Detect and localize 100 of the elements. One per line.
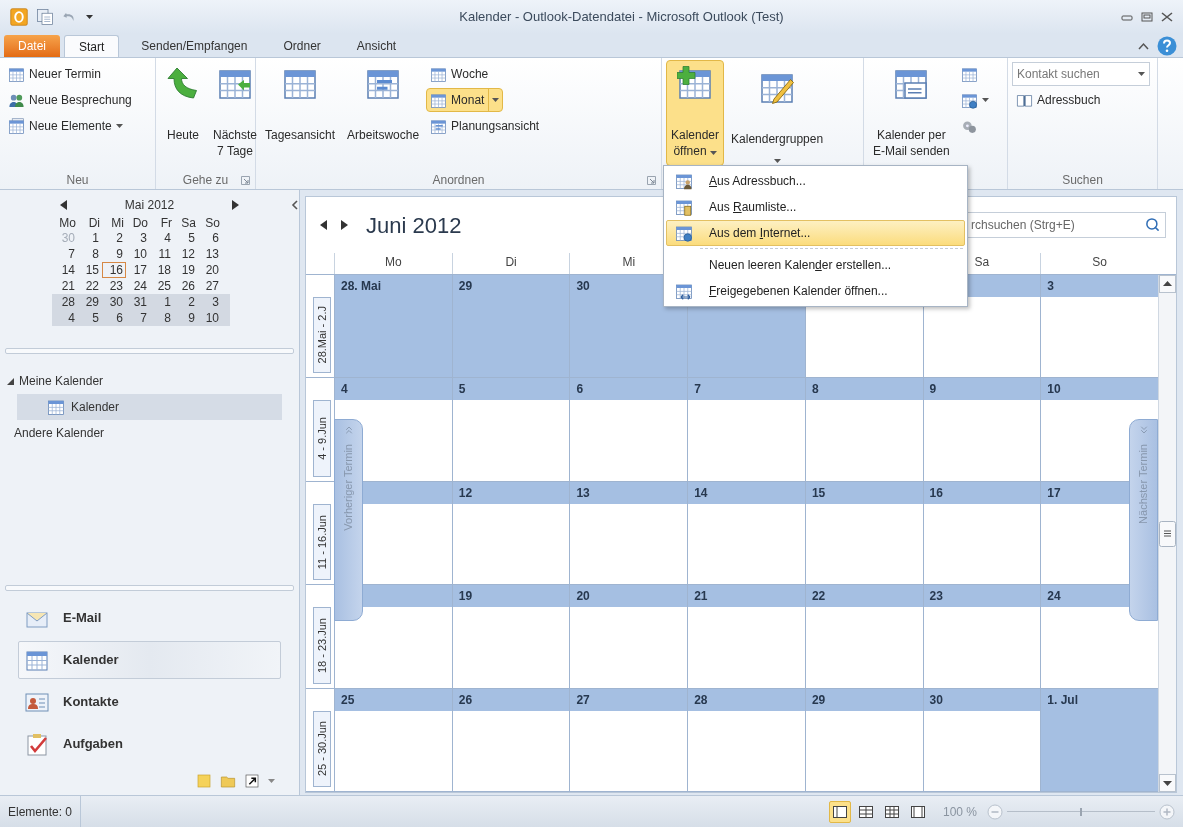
weekday-label: So [1092,255,1107,269]
date-cell[interactable]: 3 [198,294,222,310]
ribbon-button[interactable]: Woche [426,62,493,86]
day-number: 1. Jul [1047,691,1078,709]
day-number: 5 [458,381,466,399]
nav-item[interactable]: Kontakte [18,683,281,721]
date-cell[interactable]: 24 [126,278,150,294]
date-cell[interactable]: 25 [150,278,174,294]
date-cell[interactable]: 2 [102,230,126,246]
week-label-tab[interactable]: 18 - 23.Jun [313,607,331,684]
date-cell[interactable]: 1 [78,230,102,246]
day-number: 9 [929,381,937,399]
ribbon-button[interactable]: Kalender öffnen [666,60,725,166]
date-cell[interactable]: 28 [54,294,78,310]
folder-group-label[interactable]: Meine Kalender [19,372,104,390]
date-cell[interactable]: 19 [174,262,198,278]
ribbon-tab[interactable]: Start [64,35,120,57]
date-cell[interactable]: 8 [78,246,102,262]
date-cell[interactable]: 9 [174,310,198,326]
day-number: 13 [576,484,590,502]
ribbon-button[interactable]: Neuer Termin [4,62,105,86]
weekday-label: Mo [385,255,402,269]
date-cell[interactable]: 10 [198,310,222,326]
ribbon-button[interactable]: Adressbuch [1012,88,1105,112]
weekday-label: Sa [974,255,990,269]
date-cell[interactable]: 22 [78,278,102,294]
group-label: Suchen [1061,172,1104,189]
search-field[interactable]: Kontakt suchen [1012,62,1150,86]
weekday-label: Sa [180,215,197,230]
group-label: Gehe zu [181,172,230,189]
date-cell[interactable]: 5 [174,230,198,246]
date-cell[interactable]: 10 [126,246,150,262]
day-number: 29 [811,691,826,709]
menu-item[interactable]: Aus dem Internet... [666,220,965,246]
ribbon-tab[interactable]: Ansicht [342,35,411,57]
date-cell[interactable]: 20 [198,262,222,278]
date-cell[interactable]: 26 [174,278,198,294]
ribbon-button[interactable]: Neue Elemente [4,114,127,138]
ribbon-tab[interactable]: Ordner [269,35,335,57]
date-cell[interactable]: 17 [126,262,150,278]
date-cell[interactable]: 11 [150,246,174,262]
ribbon-button[interactable]: Monat [426,88,504,112]
search-field[interactable]: rchsuchen (Strg+E) [966,212,1166,238]
menu-item[interactable]: Aus Adressbuch... [666,168,965,194]
ribbon-button[interactable]: Arbeitswoche [342,60,425,166]
day-number: 14 [694,484,708,502]
month-title: Juni 2012 [366,211,462,240]
date-cell[interactable]: 21 [54,278,78,294]
status-text: Elemente: 0 [0,796,82,827]
date-cell[interactable]: 3 [126,230,150,246]
date-cell[interactable]: 31 [126,294,150,310]
date-cell[interactable]: 5 [78,310,102,326]
day-number: 15 [811,484,826,502]
week-label-tab[interactable]: 4 - 9.Jun [313,400,331,477]
date-cell[interactable]: 30 [102,294,126,310]
menu-item[interactable]: Freigegebenen Kalender öffnen... [666,278,965,304]
ribbon-button[interactable]: Kalender per E-Mail senden [868,60,955,166]
date-cell[interactable]: 14 [54,262,78,278]
menu-item[interactable]: Neuen leeren Kalender erstellen... [666,252,965,278]
week-label-tab[interactable]: 28.Mai - 2.J [313,297,331,374]
ribbon-tab[interactable]: Senden/Empfangen [127,35,262,57]
date-cell[interactable]: 6 [102,310,126,326]
date-cell[interactable]: 4 [54,310,78,326]
menu-item[interactable]: Aus Raumliste... [666,194,965,220]
nav-item[interactable]: Aufgaben [18,725,281,763]
date-cell[interactable]: 8 [150,310,174,326]
date-cell[interactable]: 2 [174,294,198,310]
date-cell[interactable]: 23 [102,278,126,294]
ribbon-button[interactable]: Neue Besprechung [4,88,136,112]
date-cell[interactable]: 16 [102,262,126,278]
day-number: 23 [929,588,943,606]
calendar-folder-item[interactable]: Kalender [17,394,282,420]
nav-item[interactable]: Kalender [18,641,281,679]
date-cell[interactable]: 18 [150,262,174,278]
date-cell[interactable]: 27 [198,278,222,294]
day-number: 3 [1047,278,1054,295]
ribbon-button[interactable]: Planungsansicht [426,114,544,138]
date-cell[interactable]: 4 [150,230,174,246]
date-cell[interactable]: 15 [78,262,102,278]
date-cell[interactable]: 29 [78,294,102,310]
nav-item[interactable]: E-Mail [18,599,281,637]
date-cell[interactable]: 6 [198,230,222,246]
day-number: 4 [341,381,348,399]
ribbon-button[interactable]: Heute [160,60,206,166]
date-cell[interactable]: 7 [54,246,78,262]
date-cell[interactable]: 9 [102,246,126,262]
date-cell[interactable]: 12 [174,246,198,262]
day-number: 20 [576,588,590,606]
date-cell[interactable]: 1 [150,294,174,310]
weekday-label: Mi [622,255,636,269]
day-number: 22 [811,588,826,606]
day-number: 25 [341,691,355,709]
date-cell[interactable]: 7 [126,310,150,326]
date-cell[interactable]: 13 [198,246,222,262]
week-label-tab[interactable]: 11 - 16.Jun [313,503,331,581]
folder-group-label[interactable]: Andere Kalender [14,424,105,442]
weekday-label: Di [505,255,517,269]
ribbon-button[interactable]: Nächste 7 Tage [208,60,263,166]
ribbon-button[interactable]: Tagesansicht [260,60,341,166]
week-label-tab[interactable]: 25 - 30.Jun [313,710,331,788]
